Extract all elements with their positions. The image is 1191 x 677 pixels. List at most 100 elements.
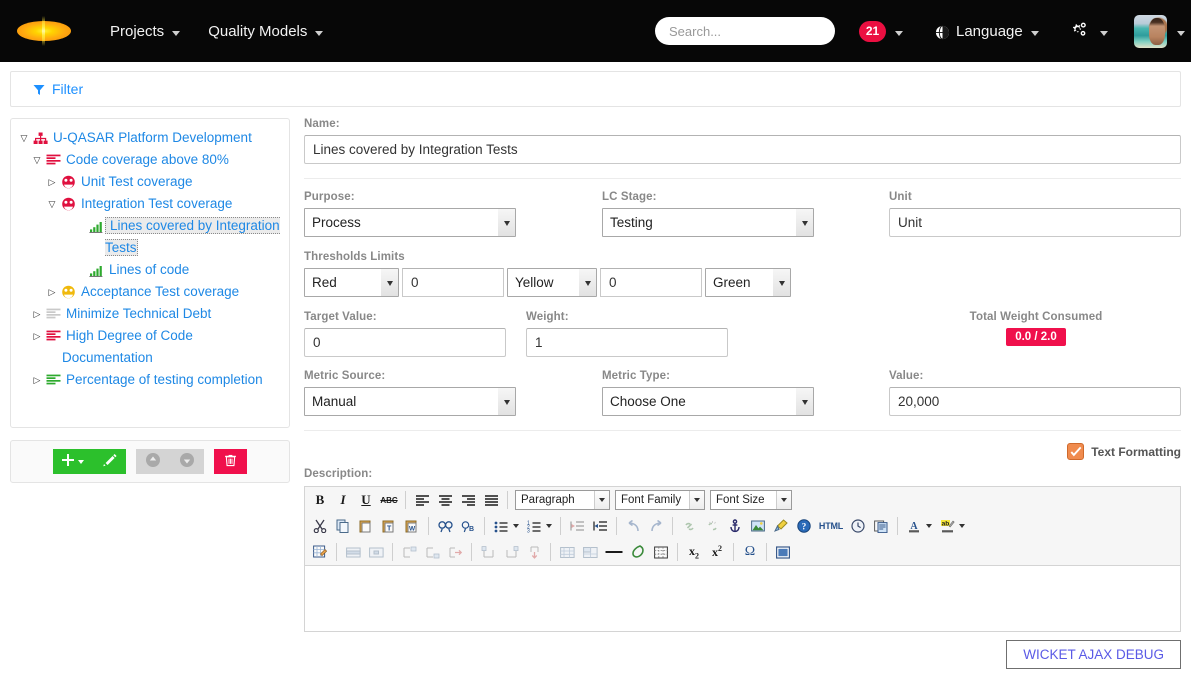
metric-type-select[interactable]: Choose One	[602, 387, 814, 416]
cleanup-icon[interactable]	[770, 515, 792, 537]
tree-node-label[interactable]: Percentage of testing completion	[62, 372, 263, 387]
move-down-button[interactable]	[170, 449, 204, 474]
u-qasar-logo[interactable]	[6, 0, 82, 62]
outdent-icon[interactable]	[566, 515, 588, 537]
anchor-icon[interactable]	[724, 515, 746, 537]
unit-input[interactable]	[889, 208, 1181, 237]
settings-menu[interactable]	[1069, 21, 1108, 42]
bold-icon[interactable]: B	[309, 489, 331, 511]
copy-icon[interactable]	[332, 515, 354, 537]
table-row-props-icon[interactable]	[342, 541, 364, 563]
delete-row-icon[interactable]	[444, 541, 466, 563]
bullet-list-icon[interactable]	[490, 515, 512, 537]
tree-node-label[interactable]: Lines covered by Integration Tests	[105, 217, 280, 256]
target-value-input[interactable]	[304, 328, 506, 357]
tree-node[interactable]: ▷ High Degree of Code Documentation	[17, 325, 283, 369]
tree-node[interactable]: Lines covered by Integration Tests	[17, 215, 283, 259]
italic-icon[interactable]: I	[332, 489, 354, 511]
html-source-icon[interactable]: HTML	[816, 515, 846, 537]
insert-row-before-icon[interactable]	[398, 541, 420, 563]
tree-node[interactable]: ▷ Unit Test coverage	[17, 171, 283, 193]
nav-item-quality-models[interactable]: Quality Models	[194, 17, 337, 46]
font-size-select[interactable]: Font Size	[710, 490, 792, 510]
special-character-icon[interactable]: Ω	[739, 541, 761, 563]
threshold-red-limit-input[interactable]	[402, 268, 504, 297]
tree-node[interactable]: ▷Minimize Technical Debt	[17, 303, 283, 325]
weight-input[interactable]	[526, 328, 728, 357]
tree-node[interactable]: Lines of code	[17, 259, 283, 281]
merge-cells-icon[interactable]	[579, 541, 601, 563]
subscript-icon[interactable]: x2	[683, 541, 705, 563]
tree-node[interactable]: ▽ Integration Test coverage	[17, 193, 283, 215]
tree-node-label[interactable]: High Degree of Code Documentation	[62, 328, 193, 365]
redo-icon[interactable]	[645, 515, 667, 537]
unlink-icon[interactable]	[701, 515, 723, 537]
tree-node[interactable]: ▷ Acceptance Test coverage	[17, 281, 283, 303]
text-formatting-toggle[interactable]: Text Formatting	[304, 443, 1181, 460]
insert-row-after-icon[interactable]	[421, 541, 443, 563]
background-color-chevron-down-icon[interactable]	[959, 524, 965, 528]
insert-date-icon[interactable]	[847, 515, 869, 537]
tree-node[interactable]: ▷ Percentage of testing completion	[17, 369, 283, 391]
tree-node-label[interactable]: Unit Test coverage	[77, 174, 193, 189]
tree-node-label[interactable]: Integration Test coverage	[77, 196, 232, 211]
threshold-yellow-limit-input[interactable]	[600, 268, 702, 297]
template-icon[interactable]	[870, 515, 892, 537]
expand-triangle-icon[interactable]: ▷	[45, 171, 59, 193]
superscript-icon[interactable]: x2	[706, 541, 728, 563]
insert-column-before-icon[interactable]	[477, 541, 499, 563]
text-color-icon[interactable]: A	[903, 515, 925, 537]
remove-format-icon[interactable]	[627, 541, 649, 563]
bullet-list-chevron-down-icon[interactable]	[513, 524, 519, 528]
font-family-select[interactable]: Font Family	[615, 490, 705, 510]
purpose-select[interactable]: ProcessProductProject	[304, 208, 516, 237]
tree-node-label[interactable]: Code coverage above 80%	[62, 152, 229, 167]
move-up-button[interactable]	[136, 449, 170, 474]
expand-triangle-icon[interactable]: ▷	[30, 325, 44, 347]
background-color-icon[interactable]: ab	[936, 515, 958, 537]
align-right-icon[interactable]	[457, 489, 479, 511]
search-input[interactable]	[655, 17, 835, 45]
delete-button[interactable]	[214, 449, 247, 474]
paste-word-icon[interactable]: W	[401, 515, 423, 537]
align-center-icon[interactable]	[434, 489, 456, 511]
notifications-menu[interactable]: 21	[859, 21, 903, 42]
user-menu[interactable]	[1134, 15, 1185, 48]
image-icon[interactable]	[747, 515, 769, 537]
expand-triangle-icon[interactable]: ▷	[45, 281, 59, 303]
wicket-ajax-debug-button[interactable]: WICKET AJAX DEBUG	[1006, 640, 1181, 669]
value-input[interactable]	[889, 387, 1181, 416]
expand-triangle-icon[interactable]: ▷	[30, 369, 44, 391]
edit-button[interactable]	[93, 449, 126, 474]
table-cell-props-icon[interactable]	[365, 541, 387, 563]
filter-toggle[interactable]: Filter	[33, 81, 83, 97]
nav-item-projects[interactable]: Projects	[96, 17, 194, 46]
paragraph-format-select[interactable]: Paragraph	[515, 490, 610, 510]
metric-source-select[interactable]: ManualAutomatic	[304, 387, 516, 416]
lc-stage-select[interactable]: TestingDesignImplementation	[602, 208, 814, 237]
insert-column-after-icon[interactable]	[500, 541, 522, 563]
paste-icon[interactable]	[355, 515, 377, 537]
name-input[interactable]	[304, 135, 1181, 164]
align-justify-icon[interactable]	[480, 489, 502, 511]
language-menu[interactable]: Language	[935, 23, 1039, 40]
split-cells-icon[interactable]	[556, 541, 578, 563]
align-left-icon[interactable]	[411, 489, 433, 511]
collapse-triangle-icon[interactable]: ▽	[45, 193, 59, 215]
collapse-triangle-icon[interactable]: ▽	[17, 127, 31, 149]
tree-node-label[interactable]: Acceptance Test coverage	[77, 284, 239, 299]
undo-icon[interactable]	[622, 515, 644, 537]
cut-icon[interactable]	[309, 515, 331, 537]
visual-aid-icon[interactable]	[650, 541, 672, 563]
threshold-yellow-select[interactable]: RedYellowGreen	[507, 268, 597, 297]
add-button[interactable]	[53, 449, 93, 474]
replace-icon[interactable]: B	[457, 515, 479, 537]
underline-icon[interactable]: U	[355, 489, 377, 511]
search-icon[interactable]	[434, 515, 456, 537]
indent-icon[interactable]	[589, 515, 611, 537]
threshold-red-select[interactable]: RedYellowGreen	[304, 268, 399, 297]
tree-node[interactable]: ▽Code coverage above 80%	[17, 149, 283, 171]
help-icon[interactable]: ?	[793, 515, 815, 537]
edit-table-icon[interactable]	[309, 541, 331, 563]
tree-node-label[interactable]: Lines of code	[105, 262, 189, 277]
